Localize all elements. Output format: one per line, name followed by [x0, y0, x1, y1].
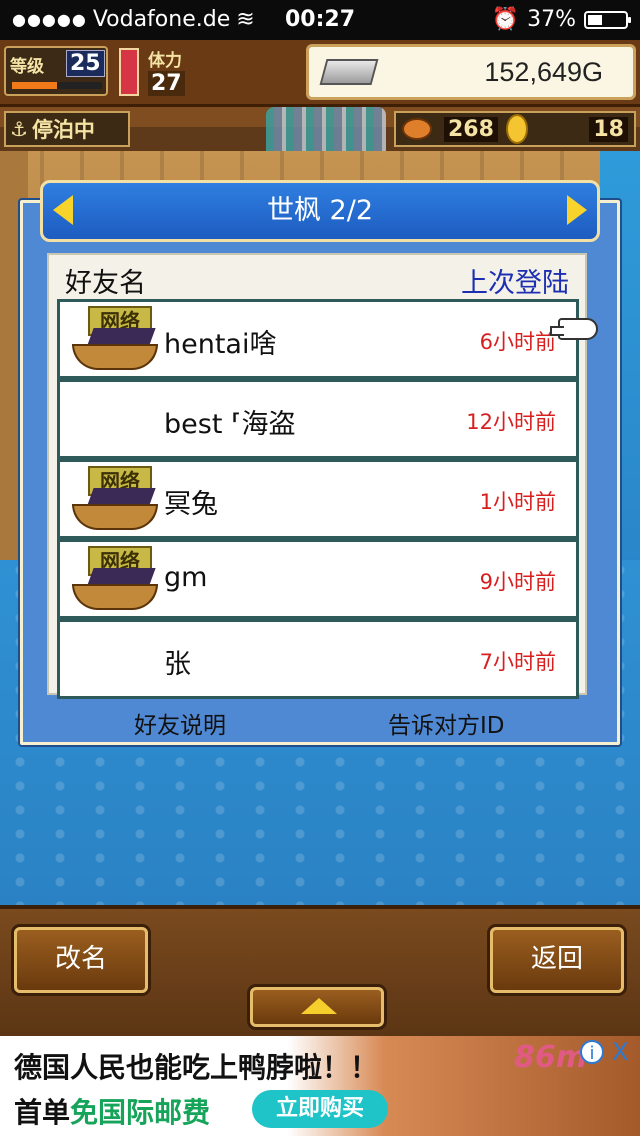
battery-percent: 37%	[527, 7, 576, 32]
resource-box: 268 18	[394, 111, 636, 147]
friend-name: best ⸢海盗	[164, 409, 296, 440]
dialog-header: 世枫 2/2	[40, 180, 600, 242]
column-friend-name: 好友名	[65, 268, 146, 299]
level-label: 等级	[10, 57, 44, 77]
ad-info-icon[interactable]: i	[580, 1040, 604, 1064]
last-login-time: 9小时前	[479, 570, 556, 594]
anchored-label: 停泊中	[31, 118, 95, 142]
friend-name: 冥兔	[164, 489, 218, 520]
ad-subline: 首单免国际邮费	[14, 1091, 210, 1131]
ad-subline-prefix: 首单	[14, 1096, 71, 1129]
friend-row[interactable]: 网络 gm 9小时前	[57, 539, 579, 619]
ad-close-icon[interactable]: X	[612, 1038, 628, 1066]
last-login-time: 1小时前	[479, 490, 556, 514]
game-hud: 等级 25 体力 27 152,649G	[0, 40, 640, 107]
dialog-title: 世枫 2/2	[266, 195, 374, 226]
prev-page-icon[interactable]	[53, 195, 73, 225]
battery-icon	[584, 10, 631, 29]
last-login-time: 7小时前	[479, 650, 556, 674]
pointing-hand-icon	[550, 318, 598, 340]
next-page-icon[interactable]	[567, 195, 587, 225]
friend-list: 好友名 上次登陆 网络 hentai啥 6小时前 best ⸢海盗 12小时前 …	[47, 253, 587, 699]
rename-button[interactable]: 改名	[14, 927, 148, 993]
ship-icon: 网络	[72, 464, 158, 538]
back-button[interactable]: 返回	[490, 927, 624, 993]
ship-icon: 网络	[72, 544, 158, 618]
food-icon	[402, 118, 432, 140]
medal-icon	[505, 114, 528, 144]
stamina-value: 27	[148, 71, 185, 96]
food-value: 268	[444, 116, 498, 142]
friend-name: gm	[164, 562, 208, 593]
gold-value: 152,649G	[484, 57, 603, 87]
stamina-box: 体力 27	[148, 46, 298, 96]
friend-name: hentai啥	[164, 329, 277, 360]
battery-group: ⏰ 37%	[491, 7, 631, 32]
ad-buy-button[interactable]: 立即购买	[252, 1090, 388, 1128]
column-last-login: 上次登陆	[461, 268, 569, 299]
anchored-badge: ⚓ 停泊中	[4, 111, 130, 147]
ad-subline-highlight: 免国际邮费	[70, 1096, 211, 1129]
friend-info-link[interactable]: 好友说明	[134, 706, 226, 740]
chevron-up-icon	[301, 998, 337, 1014]
hud-status-row: ⚓ 停泊中 268 18	[0, 107, 640, 163]
stamina-gauge	[119, 48, 139, 96]
status-bar: ●●●●● Vodafone.de ≋ 00:27 ⏰ 37%	[0, 0, 640, 40]
exp-bar	[12, 82, 102, 89]
stamina-label: 体力	[148, 51, 182, 71]
last-login-time: 12小时前	[466, 410, 556, 434]
ad-headline: 德国人民也能吃上鸭脖啦！！	[14, 1051, 379, 1084]
last-login-time: 6小时前	[479, 330, 556, 354]
gold-box: 152,649G	[306, 44, 636, 100]
friend-name: 张	[164, 649, 191, 680]
ad-banner[interactable]: 德国人民也能吃上鸭脖啦！！ 首单免国际邮费 立即购买 86m i X	[0, 1036, 640, 1136]
ad-brand-logo: 86m	[514, 1040, 588, 1075]
silver-bar-icon	[319, 59, 379, 85]
tell-id-link[interactable]: 告诉对方ID	[388, 706, 505, 740]
friend-row[interactable]: 网络 hentai啥 6小时前	[57, 299, 579, 379]
friend-row[interactable]: 张 7小时前	[57, 619, 579, 699]
friend-row[interactable]: best ⸢海盗 12小时前	[57, 379, 579, 459]
list-header: 好友名 上次登陆	[49, 255, 585, 299]
level-box: 等级 25	[4, 46, 108, 96]
medal-value: 18	[589, 116, 628, 142]
ship-icon: 网络	[72, 304, 158, 378]
alarm-icon: ⏰	[491, 7, 520, 32]
bottom-bar: 改名 返回	[0, 905, 640, 1039]
level-value: 25	[66, 50, 105, 77]
expand-button[interactable]	[250, 987, 384, 1027]
friend-row[interactable]: 网络 冥兔 1小时前	[57, 459, 579, 539]
anchor-icon: ⚓	[10, 117, 28, 141]
